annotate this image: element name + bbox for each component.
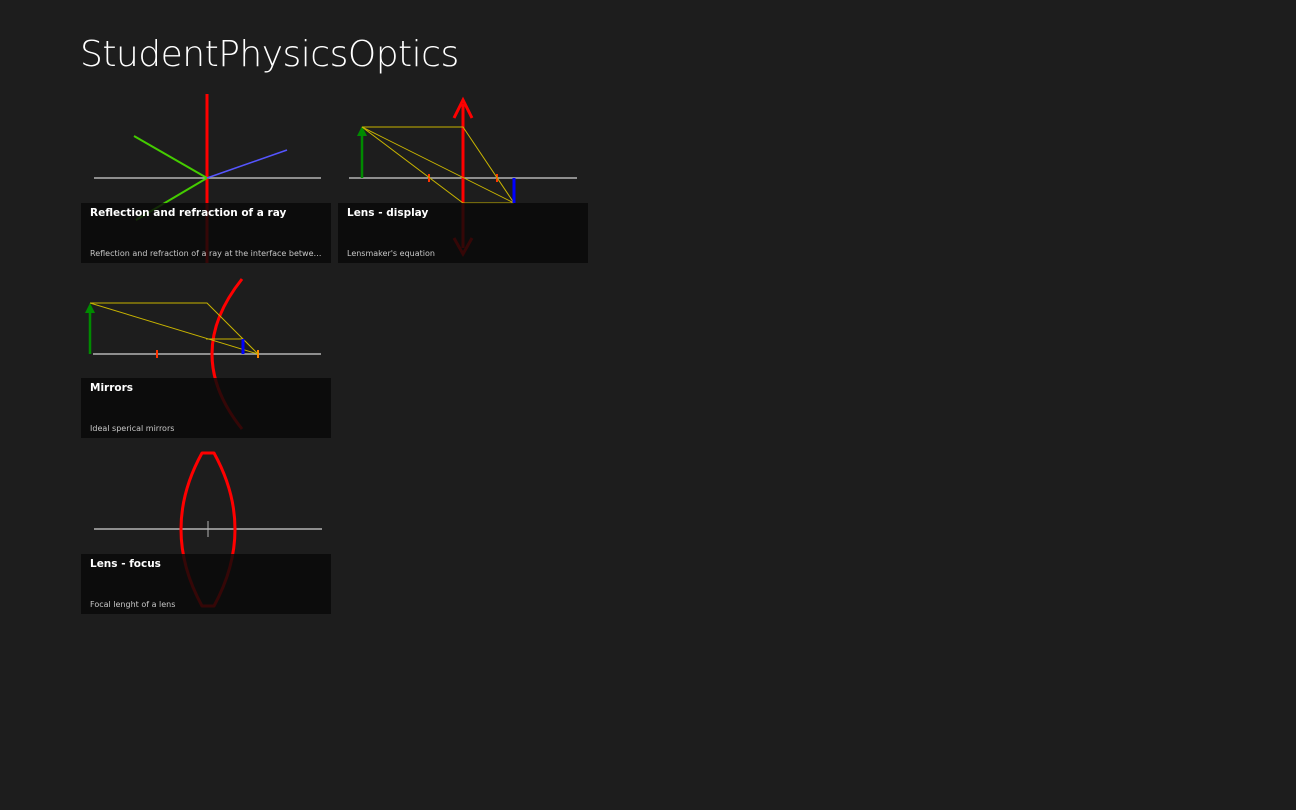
tile-subtitle: Reflection and refraction of a ray at th… — [90, 249, 322, 258]
tile-title: Mirrors — [90, 382, 134, 394]
tile-reflection-refraction[interactable]: Reflection and refraction of a ray Refle… — [81, 88, 331, 263]
tile-title: Lens - focus — [90, 558, 161, 570]
tile-caption: Mirrors Ideal sperical mirrors — [81, 378, 331, 438]
tile-caption: Lens - focus Focal lenght of a lens — [81, 554, 331, 614]
tile-lens-focus[interactable]: Lens - focus Focal lenght of a lens — [81, 439, 331, 614]
tile-caption: Reflection and refraction of a ray Refle… — [81, 203, 331, 263]
page-title: StudentPhysicsOptics — [80, 34, 459, 75]
tile-caption: Lens - display Lensmaker's equation — [338, 203, 588, 263]
app-window: StudentPhysicsOptics Reflection and refr… — [0, 0, 1296, 810]
tile-title: Reflection and refraction of a ray — [90, 207, 287, 219]
tile-subtitle: Focal lenght of a lens — [90, 600, 176, 609]
tile-title: Lens - display — [347, 207, 429, 219]
tile-subtitle: Ideal sperical mirrors — [90, 424, 175, 433]
tile-lens-display[interactable]: Lens - display Lensmaker's equation — [338, 88, 588, 263]
tile-mirrors[interactable]: Mirrors Ideal sperical mirrors — [81, 263, 331, 438]
tile-subtitle: Lensmaker's equation — [347, 249, 435, 258]
